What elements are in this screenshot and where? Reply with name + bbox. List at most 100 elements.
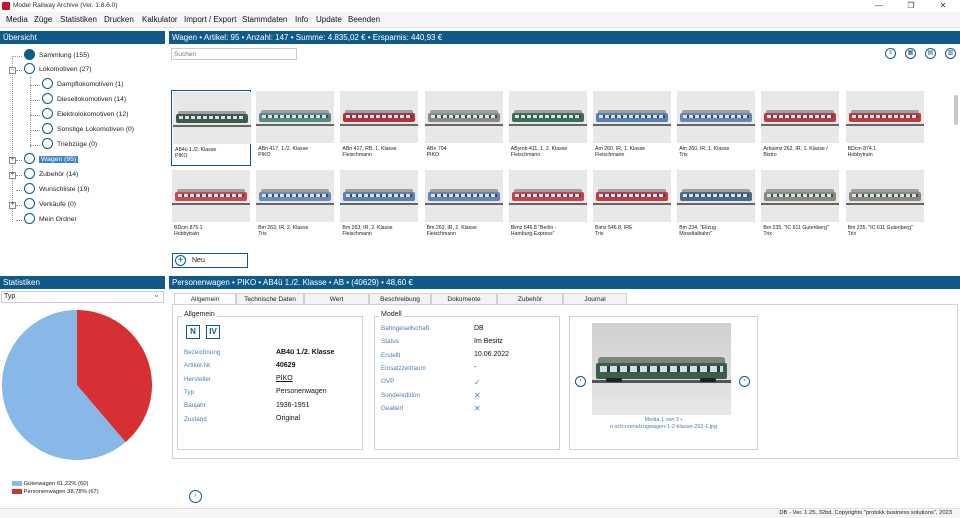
tree-item-triebzuege[interactable]: Triebzüge (0) <box>42 137 97 152</box>
wagon-card[interactable]: Am 260, IR, 1. Klasse Trix <box>676 90 756 166</box>
menu-stammdaten[interactable]: Stammdaten <box>242 12 287 28</box>
tree-item-diesellok[interactable]: Diesellokomotiven (14) <box>42 92 126 107</box>
wagon-card[interactable]: ABn 417, 1./2. Klasse PIKO <box>255 90 335 166</box>
wagon-card[interactable]: BDcm 875.1 Hobbytrain <box>171 169 251 245</box>
wagon-caption: Arbuimz 262, IR, 1. Klasse / Bistro <box>763 146 828 159</box>
tree-item-lokomotiven[interactable]: Lokomotiven (27) <box>24 62 92 77</box>
wagon-card[interactable]: Bm 235, "IC 611 Gutenberg" Trix <box>845 169 925 245</box>
tree-item-verkaeufe[interactable]: Verkäufe (0) <box>24 197 76 212</box>
media-prev-button[interactable]: ‹ <box>575 376 586 387</box>
wagon-caption: Bm 234, "Eilzug Moseltalbahn" <box>679 225 716 238</box>
tree-item-sammlung[interactable]: Sammlung (155) <box>24 48 89 63</box>
next-record-button[interactable]: › <box>189 490 202 503</box>
field-label: Einsatzzeitraum <box>381 364 426 372</box>
locomotive-icon <box>42 122 53 134</box>
menu-statistiken[interactable]: Statistiken <box>60 12 97 28</box>
field-value: - <box>474 364 477 372</box>
menu-import-export[interactable]: Import / Export <box>184 12 236 28</box>
menu-kalkulator[interactable]: Kalkulator <box>142 12 178 28</box>
expand-toggle[interactable]: + <box>9 202 16 209</box>
tree-item-mein-ordner[interactable]: Mein Ordner <box>24 212 77 227</box>
wagon-card[interactable]: Bimz 546.8 "Berlin - Hamburg-Express" <box>508 169 588 245</box>
columns-view-icon[interactable]: ▥ <box>945 48 956 59</box>
search-input[interactable] <box>171 48 297 60</box>
table-view-icon[interactable]: ▤ <box>925 48 936 59</box>
legend-item: Güterwagen 61,22% (60) <box>12 480 99 488</box>
wagon-caption: Bm 263, IR, 2. Klasse Trix <box>258 225 309 238</box>
wagon-caption: ABn 704 PIKO <box>426 146 447 159</box>
wagon-card[interactable]: Bm 235, "IC 611 Gutenberg" Trix <box>760 169 840 245</box>
list-view-icon[interactable]: ≡ <box>885 48 896 59</box>
wagon-card[interactable]: Bm 234, "Eilzug Moseltalbahn" <box>676 169 756 245</box>
tree-item-wagen[interactable]: Wagen (95) <box>24 152 79 167</box>
menu-info[interactable]: Info <box>295 12 308 28</box>
tree-item-dampflok[interactable]: Dampflokomotiven (1) <box>42 77 123 92</box>
media-image[interactable] <box>592 323 731 415</box>
minimize-button[interactable]: — <box>864 0 894 12</box>
wagon-card[interactable]: Arbuimz 262, IR, 1. Klasse / Bistro <box>760 90 840 166</box>
wagon-card[interactable]: BDcm 874.1 Hobbytrain <box>845 90 925 166</box>
wagon-card[interactable]: ABn 417, RB, 1. Klasse Fleischmann <box>339 90 419 166</box>
model-section-title: Modell <box>379 311 404 318</box>
wagon-card[interactable]: ABymb 411, 1. 2. Klasse Fleischmann <box>508 90 588 166</box>
wagon-caption: Bimz 546.8, IRE Trix <box>595 225 633 238</box>
media-section: ‹ › Media 1 von 2 • n-sch-rzenelzugwagen… <box>569 316 758 450</box>
menu-zuege[interactable]: Züge <box>34 12 52 28</box>
epoch-badge: IV <box>206 325 220 339</box>
field-value: Im Besitz <box>474 337 503 345</box>
menu-drucken[interactable]: Drucken <box>104 12 134 28</box>
tree-item-elektrolok[interactable]: Elektrolokomotiven (12) <box>42 107 128 122</box>
wagon-caption: ABn 417, RB, 1. Klasse Fleischmann <box>342 146 397 159</box>
wagon-card[interactable]: Bimz 546.8, IRE Trix <box>592 169 672 245</box>
menu-update[interactable]: Update <box>316 12 342 28</box>
plus-icon: + <box>175 255 186 266</box>
wagon-thumbnail <box>845 91 924 143</box>
legend-swatch <box>12 488 22 494</box>
locomotive-icon <box>42 107 53 119</box>
statistics-type-select[interactable]: Typ ⌄ <box>1 290 164 303</box>
media-next-button[interactable]: › <box>739 376 750 387</box>
wagon-thumbnail <box>508 91 587 143</box>
catalog-header: Wagen • Artikel: 95 • Anzahl: 147 • Summ… <box>169 31 960 44</box>
grid-scrollbar[interactable] <box>954 95 958 125</box>
wagon-caption: Bm 263, IR, 2. Klasse Fleischmann <box>426 225 477 238</box>
wagon-thumbnail <box>424 170 503 222</box>
field-label: Baujahr <box>184 402 206 410</box>
field-value: 40629 <box>276 361 296 369</box>
wagon-caption: Am 260, IR, 1. Klasse Trix <box>679 146 730 159</box>
catalog-grid: AB4ü 1./2. Klasse PIKO ABn 417, 1./2. Klas… <box>170 89 952 249</box>
collapse-toggle[interactable]: − <box>9 67 16 74</box>
wagon-thumbnail <box>256 170 335 222</box>
restore-button[interactable]: ❐ <box>896 0 926 12</box>
close-button[interactable]: ✕ <box>928 0 958 12</box>
wagon-thumbnail <box>340 91 419 143</box>
railcar-icon <box>42 137 53 149</box>
tree-item-sonstige-lok[interactable]: Sonstige Lokomotiven (0) <box>42 122 134 137</box>
wagon-caption: Bimz 546.8 "Berlin - Hamburg-Express" <box>510 225 557 238</box>
menu-media[interactable]: Media <box>6 12 28 28</box>
scale-badge: N <box>186 325 200 339</box>
media-filename: n-sch-rzenelzugwagen-1-2-klasse-292-1.jp… <box>609 424 718 430</box>
accessory-icon <box>24 167 35 179</box>
locomotive-icon <box>24 62 35 74</box>
tree-item-zubehoer[interactable]: Zubehör (14) <box>24 167 78 182</box>
wagon-card[interactable]: Bm 263, IR, 2. Klasse Fleischmann <box>339 169 419 245</box>
field-label: Gealtert <box>381 404 404 412</box>
expand-toggle[interactable]: + <box>9 172 16 179</box>
wagon-card[interactable]: Bm 263, IR, 2. Klasse Fleischmann <box>424 169 504 245</box>
wagon-thumbnail <box>845 170 924 222</box>
grid-view-icon[interactable]: ▦ <box>905 48 916 59</box>
menu-beenden[interactable]: Beenden <box>348 12 380 28</box>
wagon-thumbnail <box>424 91 503 143</box>
wagon-card[interactable]: Am 260, IR, 1. Klasse Fleischmann <box>592 90 672 166</box>
wagon-card[interactable]: Bm 263, IR, 2. Klasse Trix <box>255 169 335 245</box>
field-value[interactable]: PIKO <box>276 375 293 382</box>
wagon-caption: Bm 235, "IC 611 Gutenberg" Trix <box>763 225 829 238</box>
wagon-card[interactable]: ABn 704 PIKO <box>424 90 504 166</box>
wagon-card[interactable]: AB4ü 1./2. Klasse PIKO <box>171 90 251 166</box>
expand-toggle[interactable]: + <box>9 157 16 164</box>
title-bar: Model Railway Archive (Ver. 1.8.6.0) — ❐… <box>0 0 960 12</box>
new-button[interactable]: + Neu <box>172 253 248 268</box>
tree-item-wunschliste[interactable]: Wunschliste (19) <box>24 182 90 197</box>
wagon-thumbnail <box>593 170 671 222</box>
